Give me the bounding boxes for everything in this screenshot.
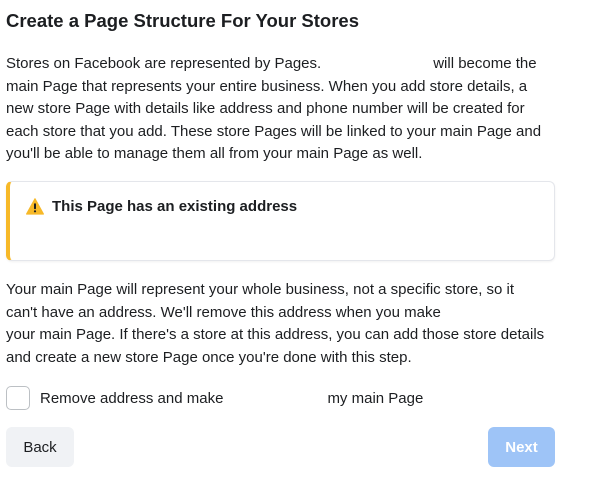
warning-title: This Page has an existing address: [52, 198, 298, 215]
intro-line-3: new store Page with details like address…: [6, 100, 525, 117]
create-page-structure-dialog: Create a Page Structure For Your Stores …: [0, 0, 599, 481]
explain-paragraph: Your main Page will represent your whole…: [6, 279, 564, 369]
remove-address-checkbox[interactable]: [6, 386, 30, 410]
explain-line-1: Your main Page will represent your whole…: [6, 281, 515, 298]
checkbox-label-end: my main Page: [327, 389, 424, 407]
intro-line-4: each store that you add. These store Pag…: [6, 122, 542, 140]
explain-line-4: and create a new store Page once you're …: [6, 348, 412, 366]
redacted-page-name: [321, 57, 434, 72]
intro-line-1-start: Stores on Facebook are represented by Pa…: [6, 55, 322, 72]
warning-triangle-icon: [26, 198, 44, 215]
intro-line-2: main Page that represents your entire bu…: [6, 77, 528, 95]
remove-address-label[interactable]: Remove address and make my main Page: [40, 390, 423, 407]
intro-paragraph: Stores on Facebook are represented by Pa…: [6, 53, 564, 166]
intro-line-1-end: will become the: [433, 55, 537, 72]
next-button[interactable]: Next: [488, 427, 555, 467]
explain-line-2: can't have an address. We'll remove this…: [6, 303, 441, 321]
checkbox-label-start: Remove address and make: [40, 389, 224, 407]
existing-address-warning: This Page has an existing address: [6, 181, 555, 261]
explain-line-3: your main Page. If there's a store at th…: [6, 326, 545, 343]
intro-line-1: Stores on Facebook are represented by Pa…: [6, 53, 564, 76]
remove-address-option[interactable]: Remove address and make my main Page: [6, 385, 423, 411]
intro-line-5: you'll be able to manage them all from y…: [6, 145, 423, 162]
page-title: Create a Page Structure For Your Stores: [6, 10, 359, 31]
back-button[interactable]: Back: [6, 427, 74, 467]
